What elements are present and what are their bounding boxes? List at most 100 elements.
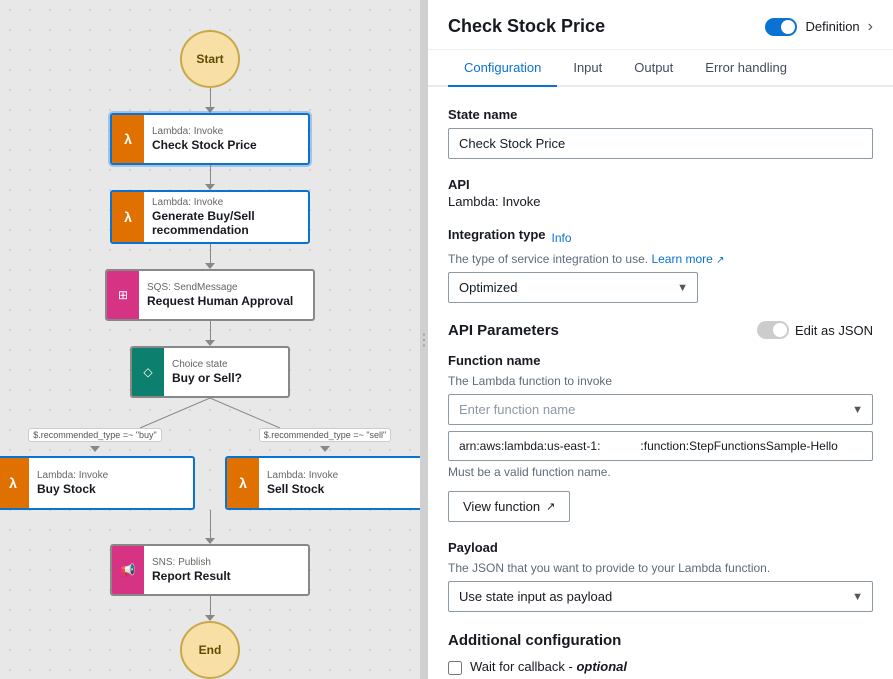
connector-5 [210,510,211,539]
arn-input[interactable] [448,431,873,461]
buy-icon-bar: λ [0,458,29,508]
payload-label: Payload [448,540,873,555]
buy-type: Lambda: Invoke [37,470,185,481]
wait-callback-label: Wait for callback - optional [470,659,873,674]
sell-arrow [320,446,330,452]
configuration-content: State name API Lambda: Invoke Integratio… [428,87,893,679]
integration-type-select-wrapper: Optimized ▼ [448,272,698,303]
arrow-2 [205,184,215,190]
choice-content: Choice state Buy or Sell? [164,353,288,391]
state-name-group: State name [448,107,873,159]
edit-json-row: Edit as JSON [757,321,873,339]
choice-name: Buy or Sell? [172,371,280,385]
sell-type: Lambda: Invoke [267,470,415,481]
chevron-right-icon[interactable]: › [868,18,873,36]
choice-node[interactable]: ◇ Choice state Buy or Sell? [130,346,290,398]
wait-callback-row: Wait for callback - optional Pause the e… [448,659,873,679]
arrow-1 [205,107,215,113]
panel-divider[interactable] [420,0,428,679]
check-stock-content: Lambda: Invoke Check Stock Price [144,120,308,158]
lambda-icon-bar: λ [112,114,144,164]
definition-toggle[interactable] [765,18,797,36]
generate-icon-bar: λ [112,192,144,242]
sell-branch: $.recommended_type =~ "sell" λ Lambda: I… [225,428,420,510]
wait-callback-text: Wait for callback - optional Pause the e… [470,659,873,679]
tab-output[interactable]: Output [618,50,689,87]
buy-lambda-icon: λ [9,475,17,491]
state-name-label: State name [448,107,873,122]
api-group: API Lambda: Invoke [448,177,873,209]
approval-type: SQS: SendMessage [147,282,305,293]
sqs-icon-bar: ⊞ [107,270,139,320]
generate-name: Generate Buy/Sell recommendation [152,209,300,237]
function-name-select[interactable]: Enter function name [448,394,873,425]
generate-buy-node[interactable]: λ Lambda: Invoke Generate Buy/Sell recom… [110,190,310,244]
connector-6 [210,596,211,615]
start-label: Start [196,52,223,66]
function-name-select-wrapper: Enter function name ▼ [448,394,873,425]
lambda-icon: λ [124,131,132,147]
wait-callback-checkbox[interactable] [448,661,462,675]
integration-type-select[interactable]: Optimized [448,272,698,303]
choice-type: Choice state [172,359,280,370]
validation-message: Must be a valid function name. [448,465,873,479]
tab-configuration[interactable]: Configuration [448,50,557,87]
payload-select[interactable]: Use state input as payload [448,581,873,612]
sns-icon-bar: 📢 [112,545,144,595]
definition-label: Definition [805,19,859,34]
workflow-diagram: Start λ Lambda: Invoke Check Stock Price… [0,0,420,679]
function-name-group: Function name The Lambda function to inv… [448,353,873,522]
choice-icon-bar: ◇ [132,347,164,397]
payload-desc: The JSON that you want to provide to you… [448,561,873,575]
generate-type: Lambda: Invoke [152,197,300,208]
buy-arrow [90,446,100,452]
info-badge[interactable]: Info [552,231,572,245]
tab-error-handling[interactable]: Error handling [689,50,803,87]
connector-1 [210,88,211,107]
tab-input[interactable]: Input [557,50,618,87]
report-result-node[interactable]: 📢 SNS: Publish Report Result [110,544,310,596]
integration-type-desc: The type of service integration to use. … [448,252,873,266]
approval-content: SQS: SendMessage Request Human Approval [139,276,313,314]
view-function-button[interactable]: View function ↗ [448,491,570,522]
integration-type-label: Integration type [448,227,546,242]
branch-container [70,398,350,428]
report-type: SNS: Publish [152,557,300,568]
check-stock-type: Lambda: Invoke [152,126,300,137]
request-approval-node[interactable]: ⊞ SQS: SendMessage Request Human Approva… [105,269,315,321]
start-node[interactable]: Start [180,30,240,88]
buy-name: Buy Stock [37,482,185,496]
generate-lambda-icon: λ [124,209,132,225]
end-node[interactable]: End [180,621,240,679]
choice-icon: ◇ [143,365,152,379]
learn-more-link[interactable]: Learn more [651,252,724,266]
connector-2 [210,165,211,184]
sell-name: Sell Stock [267,482,415,496]
view-function-label: View function [463,499,540,514]
integration-type-header: Integration type Info [448,227,873,248]
check-stock-name: Check Stock Price [152,138,300,152]
integration-type-group: Integration type Info The type of servic… [448,227,873,303]
api-params-header: API Parameters Edit as JSON [448,321,873,339]
right-panel: Check Stock Price Definition › Configura… [428,0,893,679]
edit-json-label: Edit as JSON [795,323,873,338]
arrow-3 [205,263,215,269]
connector-3 [210,244,211,263]
approval-name: Request Human Approval [147,294,305,308]
buy-content: Lambda: Invoke Buy Stock [29,464,193,502]
tab-bar: Configuration Input Output Error handlin… [428,50,893,87]
panel-title: Check Stock Price [448,16,605,37]
edit-json-toggle[interactable] [757,321,789,339]
state-name-input[interactable] [448,128,873,159]
buy-stock-node[interactable]: λ Lambda: Invoke Buy Stock [0,456,195,510]
connector-4 [210,321,211,340]
api-parameters-group: API Parameters Edit as JSON Function nam… [448,321,873,612]
branch-row: $.recommended_type =~ "buy" λ Lambda: In… [0,428,420,510]
arrow-4 [205,340,215,346]
sell-icon-bar: λ [227,458,259,508]
buy-branch: $.recommended_type =~ "buy" λ Lambda: In… [0,428,195,510]
buy-label: $.recommended_type =~ "buy" [28,428,161,442]
api-value: Lambda: Invoke [448,194,873,209]
sell-stock-node[interactable]: λ Lambda: Invoke Sell Stock [225,456,420,510]
check-stock-node[interactable]: λ Lambda: Invoke Check Stock Price [110,113,310,165]
